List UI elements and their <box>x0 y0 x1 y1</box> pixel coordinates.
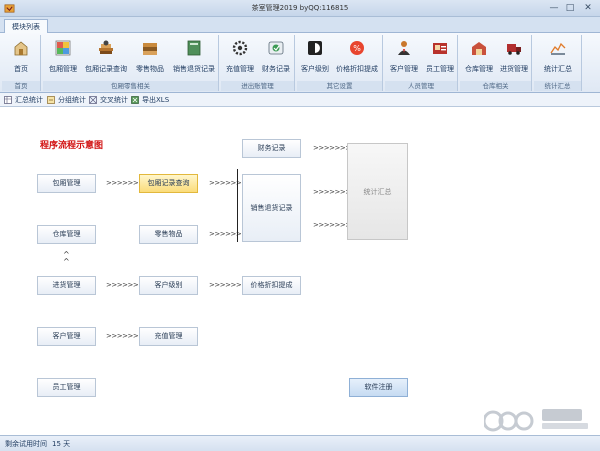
room-manage-button[interactable]: 包厢管理 <box>45 37 81 79</box>
node-customer-manage[interactable]: 客户管理 <box>37 327 96 346</box>
title-bar: 茶室管理2019 byQQ:116815 — □ ✕ <box>0 0 600 17</box>
ribbon-group-label: 人员管理 <box>385 81 457 91</box>
flow-arrow: >>>>>>> <box>209 281 247 289</box>
flow-arrow: >>>>>>> <box>313 188 351 196</box>
ribbon: 首页 首页 包厢管理 包厢记录查询 零售物品 销售退货记录 包厢零售相关 充值管… <box>0 33 600 93</box>
ribbon-group-home: 首页 首页 <box>2 35 41 91</box>
node-retail-goods[interactable]: 零售物品 <box>139 225 198 244</box>
customer-level-button[interactable]: 客户级别 <box>299 37 331 79</box>
node-room-manage[interactable]: 包厢管理 <box>37 174 96 193</box>
register-button[interactable]: 软件注册 <box>349 378 408 397</box>
ribbon-group-label: 仓库相关 <box>460 81 531 91</box>
discount-button[interactable]: % 价格折扣提成 <box>333 37 381 79</box>
ribbon-group-label: 统计汇总 <box>534 81 581 91</box>
minimize-button[interactable]: — <box>548 2 560 14</box>
group-icon <box>47 96 55 104</box>
node-recharge-manage[interactable]: 充值管理 <box>139 327 198 346</box>
group-stats-button[interactable]: 分组统计 <box>47 95 86 105</box>
flow-arrow: >>>>>>> <box>106 332 144 340</box>
node-room-query[interactable]: 包厢记录查询 <box>139 174 198 193</box>
gear-icon <box>232 40 248 56</box>
trial-remaining-label: 剩余试用时间 <box>5 440 47 448</box>
node-summary[interactable]: 统计汇总 <box>347 143 408 240</box>
up-arrow: ^ <box>63 257 70 266</box>
flow-arrow: >>>>>>> <box>209 230 247 238</box>
ribbon-tab-strip: 模块列表 <box>0 17 600 34</box>
finance-record-button[interactable]: 财务记录 <box>259 37 293 79</box>
retail-goods-button[interactable]: 零售物品 <box>131 37 169 79</box>
ledger-icon <box>187 40 201 56</box>
node-finance-record[interactable]: 财务记录 <box>242 139 301 158</box>
warehouse-icon <box>472 42 486 55</box>
stats-toolbar: 汇总统计 分组统计 交叉统计 导出XLS <box>0 93 600 107</box>
node-customer-level[interactable]: 客户级别 <box>139 276 198 295</box>
tab-module-list[interactable]: 模块列表 <box>4 19 48 34</box>
table-icon <box>4 96 12 104</box>
ribbon-group-settings: 客户级别 % 价格折扣提成 其它设置 <box>297 35 383 91</box>
node-purchase-manage[interactable]: 进货管理 <box>37 276 96 295</box>
finance-icon <box>268 41 284 55</box>
close-button[interactable]: ✕ <box>582 2 594 14</box>
staff-manage-button[interactable]: 员工管理 <box>423 37 457 79</box>
room-icon <box>55 40 71 56</box>
goods-icon <box>143 43 157 55</box>
connector-line <box>237 169 238 242</box>
maximize-button[interactable]: □ <box>564 2 576 14</box>
ribbon-group-label: 包厢零售相关 <box>43 81 218 91</box>
flow-arrow: >>>>>>> <box>313 221 351 229</box>
level-icon <box>308 41 322 55</box>
truck-icon <box>507 44 521 55</box>
customer-manage-button[interactable]: 客户管理 <box>387 37 421 79</box>
status-bar: 剩余试用时间 15 天 <box>0 435 600 451</box>
sales-return-button[interactable]: 销售退货记录 <box>171 37 217 79</box>
trial-remaining-days: 15 天 <box>52 440 71 448</box>
purchase-manage-button[interactable]: 进货管理 <box>497 37 531 79</box>
node-discount[interactable]: 价格折扣提成 <box>242 276 301 295</box>
discount-icon: % <box>350 41 364 55</box>
home-button[interactable]: 首页 <box>4 37 38 79</box>
diagram-title: 程序流程示意图 <box>40 141 104 151</box>
node-warehouse-manage[interactable]: 仓库管理 <box>37 225 96 244</box>
window-title: 茶室管理2019 byQQ:116815 <box>251 4 349 12</box>
cross-stats-button[interactable]: 交叉统计 <box>89 95 128 105</box>
flow-arrow: >>>>>>> <box>106 281 144 289</box>
svg-text:%: % <box>353 44 361 53</box>
ribbon-group-summary: 统计汇总 统计汇总 <box>534 35 582 91</box>
ribbon-group-people: 客户管理 员工管理 人员管理 <box>385 35 458 91</box>
node-staff-manage[interactable]: 员工管理 <box>37 378 96 397</box>
recharge-button[interactable]: 充值管理 <box>223 37 257 79</box>
ribbon-group-warehouse: 仓库管理 进货管理 仓库相关 <box>460 35 532 91</box>
summary-stats-button[interactable]: 汇总统计 <box>4 95 43 105</box>
ribbon-group-room-retail: 包厢管理 包厢记录查询 零售物品 销售退货记录 包厢零售相关 <box>43 35 219 91</box>
staff-icon <box>433 43 447 54</box>
summary-button[interactable]: 统计汇总 <box>537 37 579 79</box>
room-query-button[interactable]: 包厢记录查询 <box>83 37 129 79</box>
flow-arrow: >>>>>>> <box>209 179 247 187</box>
export-xls-button[interactable]: 导出XLS <box>131 95 169 105</box>
ribbon-group-label: 其它设置 <box>297 81 382 91</box>
ribbon-group-label: 进出账管理 <box>221 81 294 91</box>
chart-icon <box>550 42 566 55</box>
flow-arrow: >>>>>>> <box>106 179 144 187</box>
cross-table-icon <box>89 96 97 104</box>
flow-arrow: >>>>>>> <box>313 144 351 152</box>
warehouse-manage-button[interactable]: 仓库管理 <box>462 37 496 79</box>
export-icon <box>131 96 139 104</box>
books-icon <box>99 40 113 54</box>
customer-icon <box>398 41 410 55</box>
node-sales-return[interactable]: 销售退货记录 <box>242 174 301 242</box>
ribbon-group-accounts: 充值管理 财务记录 进出账管理 <box>221 35 295 91</box>
pc6-watermark-logo <box>484 409 588 432</box>
ribbon-group-label: 首页 <box>2 81 40 91</box>
home-icon <box>14 41 28 56</box>
